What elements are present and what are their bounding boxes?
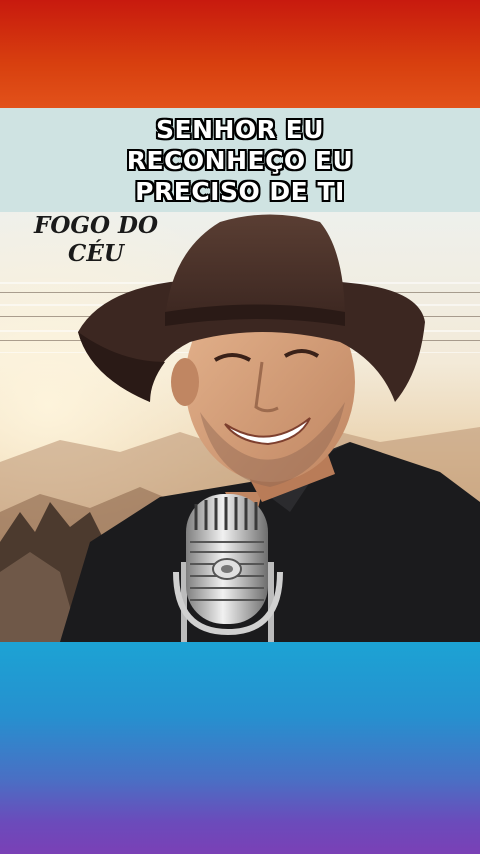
video-frame[interactable]: SENHOR EU RECONHEÇO EU PRECISO DE TI FOG… bbox=[0, 0, 480, 854]
title-line-1: SENHOR EU bbox=[155, 114, 324, 144]
title-banner: SENHOR EU RECONHEÇO EU PRECISO DE TI bbox=[0, 108, 480, 212]
title-line-2: RECONHEÇO EU bbox=[126, 145, 354, 175]
top-color-band bbox=[0, 0, 480, 108]
microphone-icon bbox=[173, 494, 283, 642]
watermark-line-2: CÉU bbox=[68, 240, 124, 267]
bottom-color-band bbox=[0, 642, 480, 854]
singer-photo bbox=[0, 212, 480, 642]
title-line-3: PRECISO DE TI bbox=[135, 176, 345, 206]
watermark-line-1: FOGO DO bbox=[33, 212, 159, 239]
channel-watermark: FOGO DO CÉU bbox=[16, 212, 176, 268]
